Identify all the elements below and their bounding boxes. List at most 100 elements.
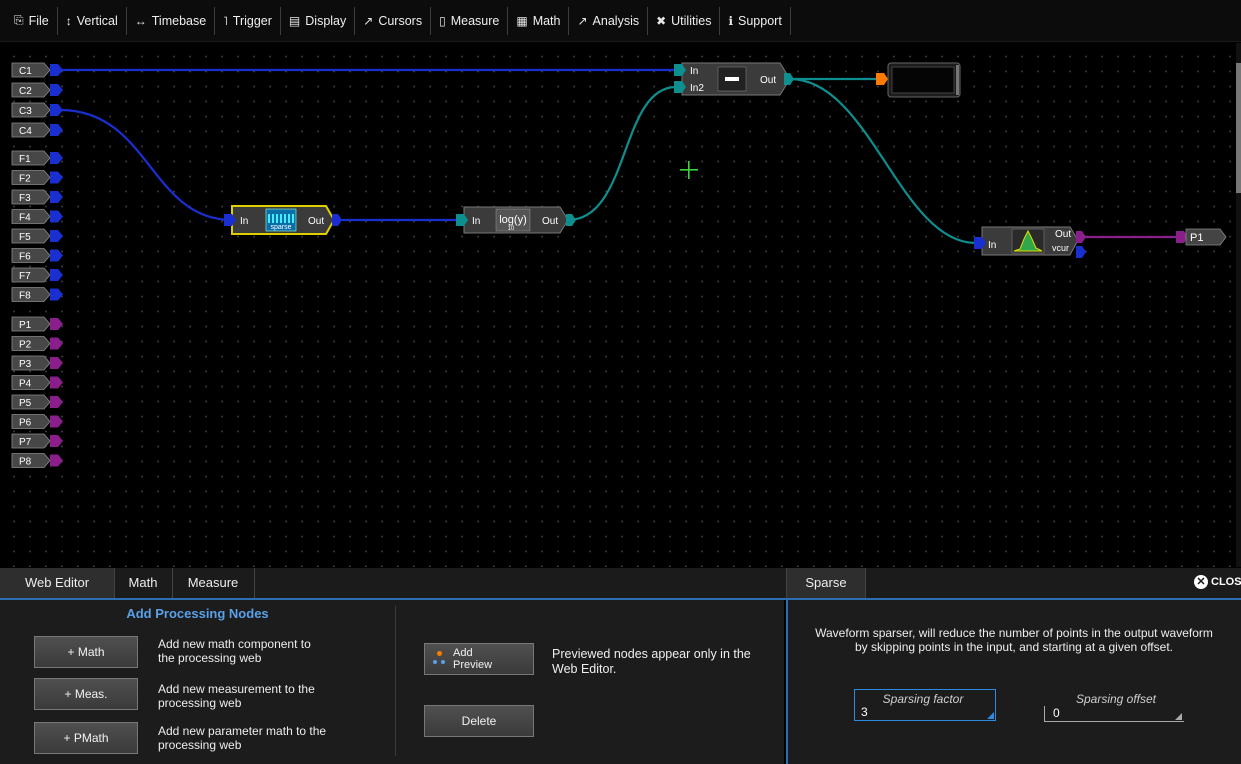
sparse-settings-panel: Waveform sparser, will reduce the number…	[786, 600, 1241, 764]
sparsing-factor-input[interactable]: 3	[854, 689, 996, 721]
menu-label: Timebase	[151, 13, 207, 28]
menu-measure[interactable]: ▯ Measure	[431, 6, 509, 35]
panel-divider	[395, 606, 396, 756]
preview-node[interactable]	[876, 62, 961, 98]
source-p3[interactable]: P3	[11, 355, 63, 371]
delete-button[interactable]: Delete	[424, 705, 534, 737]
source-f4[interactable]: F4	[11, 209, 63, 224]
measure-icon: ▯	[439, 13, 446, 28]
add-math-button[interactable]: + Math	[34, 636, 138, 668]
source-label: F2	[19, 174, 31, 185]
source-output-port	[50, 357, 63, 369]
scrollbar-thumb[interactable]	[1236, 63, 1241, 193]
source-p1[interactable]: P1	[11, 316, 63, 332]
source-label: P1	[19, 320, 32, 331]
source-output-port	[50, 171, 63, 184]
source-f3[interactable]: F3	[11, 189, 63, 205]
menu-support[interactable]: ℹ Support	[720, 6, 791, 35]
measurement-node[interactable]: In Out vcur	[974, 226, 1086, 258]
crosshair-cursor-icon	[680, 161, 698, 179]
source-p2[interactable]: P2	[11, 336, 63, 351]
canvas-scrollbar[interactable]	[1236, 43, 1241, 567]
source-output-port	[50, 210, 63, 223]
menu-display[interactable]: ▤ Display	[281, 6, 356, 35]
meas-vcur-port	[1076, 246, 1086, 258]
source-f7[interactable]: F7	[11, 267, 63, 283]
menu-analysis[interactable]: ↗ Analysis	[569, 6, 649, 35]
processing-web-canvas[interactable]: C1 C2 C3 C4 F1 F2 F3 F4 F5 F6 F7 F8 P1 P2 P3 P4 P5 P6 P7 P8…	[0, 43, 1241, 567]
add-preview-button[interactable]: Add Preview	[424, 643, 534, 675]
sparsing-offset-value: 0	[1053, 706, 1060, 720]
menu-label: Math	[532, 13, 561, 28]
source-c1[interactable]: C1	[11, 62, 63, 78]
tab-math[interactable]: Math	[114, 568, 173, 598]
diff-in1-label: In	[690, 66, 698, 77]
source-label: F3	[19, 193, 31, 204]
source-p7[interactable]: P7	[11, 433, 63, 449]
sparse-caption: sparse	[270, 224, 291, 231]
tab-measure[interactable]: Measure	[172, 568, 255, 598]
wire-c3-to-sparse	[59, 108, 233, 222]
source-f6[interactable]: F6	[11, 248, 63, 263]
source-f2[interactable]: F2	[11, 170, 63, 185]
source-output-port	[50, 318, 63, 330]
difference-node[interactable]: In In2 Out	[674, 62, 794, 96]
menu-file[interactable]: ⎘ File	[6, 6, 58, 35]
menu-trigger[interactable]: ˥ Trigger	[215, 6, 281, 35]
add-measurement-button[interactable]: + Meas.	[34, 678, 138, 710]
wire-log-to-diff-in2	[567, 85, 677, 222]
menu-vertical[interactable]: ↕ Vertical	[58, 6, 127, 35]
source-c3[interactable]: C3	[11, 102, 63, 118]
source-p5[interactable]: P5	[11, 394, 63, 410]
p1-output-terminal[interactable]: P1	[1176, 228, 1227, 246]
source-label: F8	[19, 291, 31, 302]
tab-sparse[interactable]: Sparse	[786, 568, 866, 598]
preview-screen	[891, 66, 955, 94]
source-f8[interactable]: F8	[11, 287, 63, 302]
source-output-port	[50, 269, 63, 281]
source-p8[interactable]: P8	[11, 453, 63, 468]
source-output-port	[50, 191, 63, 203]
source-f1[interactable]: F1	[11, 150, 63, 166]
source-output-port	[50, 64, 63, 76]
menu-timebase[interactable]: ↔ Timebase	[127, 6, 216, 35]
menu-math[interactable]: ▦ Math	[508, 6, 570, 35]
sparsing-offset-input[interactable]: 0	[1044, 706, 1184, 722]
source-p4[interactable]: P4	[11, 375, 63, 390]
source-output-port	[50, 337, 63, 350]
menu-cursors[interactable]: ↗ Cursors	[355, 6, 432, 35]
source-label: P5	[19, 398, 32, 409]
source-p6[interactable]: P6	[11, 414, 63, 429]
sparsing-offset-label: Sparsing offset	[1075, 692, 1157, 706]
preview-node-icon	[433, 651, 447, 667]
source-output-port	[50, 396, 63, 408]
source-label: C2	[19, 86, 32, 97]
menu-label: Analysis	[592, 13, 640, 28]
close-button[interactable]: ✕ CLOS	[1194, 575, 1241, 589]
sparse-node[interactable]: In sparse Out	[224, 205, 342, 235]
source-c2[interactable]: C2	[11, 82, 63, 98]
chart-icon: ↗	[577, 13, 588, 28]
sparse-description: Waveform sparser, will reduce the number…	[815, 626, 1213, 654]
source-f5[interactable]: F5	[11, 228, 63, 244]
add-math-description: Add new math component to the processing…	[158, 637, 311, 665]
clipboard-icon: ⎘	[14, 13, 24, 27]
log-out-label: Out	[542, 216, 558, 227]
p1-output-label: P1	[1190, 232, 1203, 244]
source-output-port	[50, 376, 63, 389]
log-node[interactable]: In log(y) 10 Out	[456, 206, 576, 234]
menu-utilities[interactable]: ✖ Utilities	[648, 6, 721, 35]
source-c4[interactable]: C4	[11, 122, 63, 138]
meas-out-port	[1076, 231, 1086, 243]
log-out-port	[566, 214, 576, 226]
log-sub: 10	[508, 226, 515, 232]
menu-label: Trigger	[232, 13, 272, 28]
source-label: P6	[19, 418, 32, 429]
source-label: F7	[19, 271, 31, 282]
source-output-port	[50, 152, 63, 164]
add-pmath-button[interactable]: + PMath	[34, 722, 138, 754]
info-icon: ℹ	[728, 13, 734, 28]
source-label: F4	[19, 213, 31, 224]
tab-web-editor[interactable]: Web Editor	[0, 568, 115, 598]
source-label: F6	[19, 252, 31, 263]
